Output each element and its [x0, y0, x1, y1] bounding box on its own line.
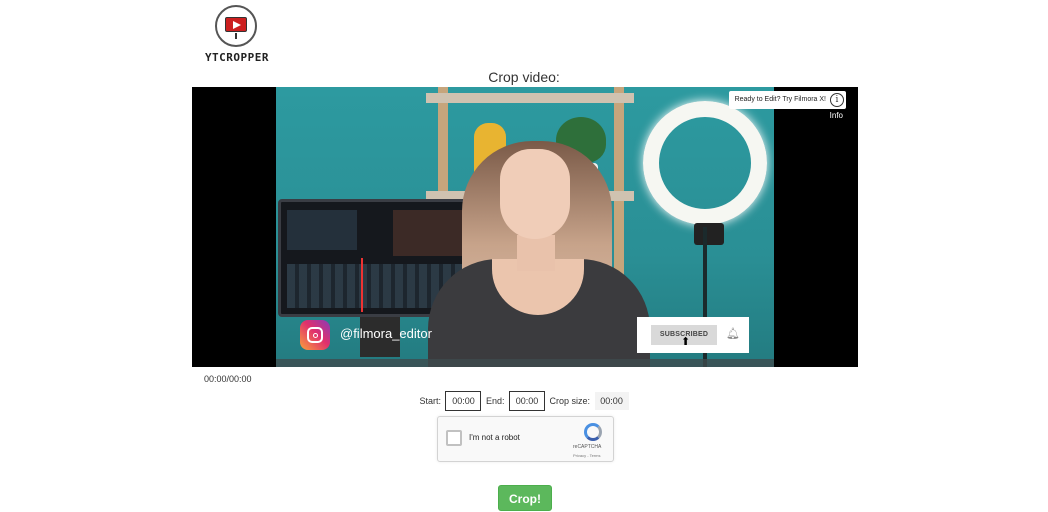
recaptcha-privacy-terms[interactable]: Privacy - Terms — [573, 453, 600, 458]
page-title: Crop video: — [488, 69, 560, 85]
recaptcha-checkbox[interactable] — [446, 430, 462, 446]
end-label: End: — [485, 396, 505, 406]
start-time-field[interactable]: 00:00 — [445, 391, 482, 411]
end-time-field[interactable]: 00:00 — [509, 391, 546, 411]
crop-size-label: Crop size: — [549, 396, 591, 406]
crop-size-value: 00:00 — [594, 392, 629, 410]
crop-button[interactable]: Crop! — [498, 485, 552, 511]
video-player[interactable]: @filmora_editor SUBSCRIBED ⬆ 🔔︎ Ready to… — [192, 87, 858, 367]
video-thumbnail[interactable]: @filmora_editor SUBSCRIBED ⬆ 🔔︎ — [276, 87, 774, 367]
time-display: 00:00/00:00 — [204, 374, 252, 384]
recaptcha-logo-icon — [584, 423, 602, 441]
start-label: Start: — [419, 396, 441, 406]
tv-play-icon — [225, 17, 247, 32]
logo-emblem — [215, 5, 257, 47]
logo-text: YTCROPPER — [204, 51, 270, 64]
info-banner-text: Ready to Edit? Try Filmora X! — [734, 96, 826, 103]
bell-icon: 🔔︎ — [726, 328, 740, 340]
crop-controls: Start: 00:00 End: 00:00 Crop size: 00:00 — [0, 391, 1048, 411]
info-banner[interactable]: Ready to Edit? Try Filmora X! i — [728, 91, 846, 109]
ytcropper-logo[interactable]: YTCROPPER — [196, 4, 278, 66]
info-label[interactable]: Info — [830, 111, 843, 120]
recaptcha-brand: reCAPTCHA — [573, 444, 602, 450]
cursor-icon: ⬆ — [681, 336, 691, 348]
info-icon[interactable]: i — [830, 93, 844, 107]
instagram-handle: @filmora_editor — [340, 326, 432, 341]
recaptcha-widget: I'm not a robot reCAPTCHA Privacy - Term… — [437, 416, 614, 462]
recaptcha-label: I'm not a robot — [469, 433, 520, 442]
instagram-icon — [300, 320, 330, 350]
subscribe-overlay: SUBSCRIBED ⬆ 🔔︎ — [637, 317, 749, 353]
